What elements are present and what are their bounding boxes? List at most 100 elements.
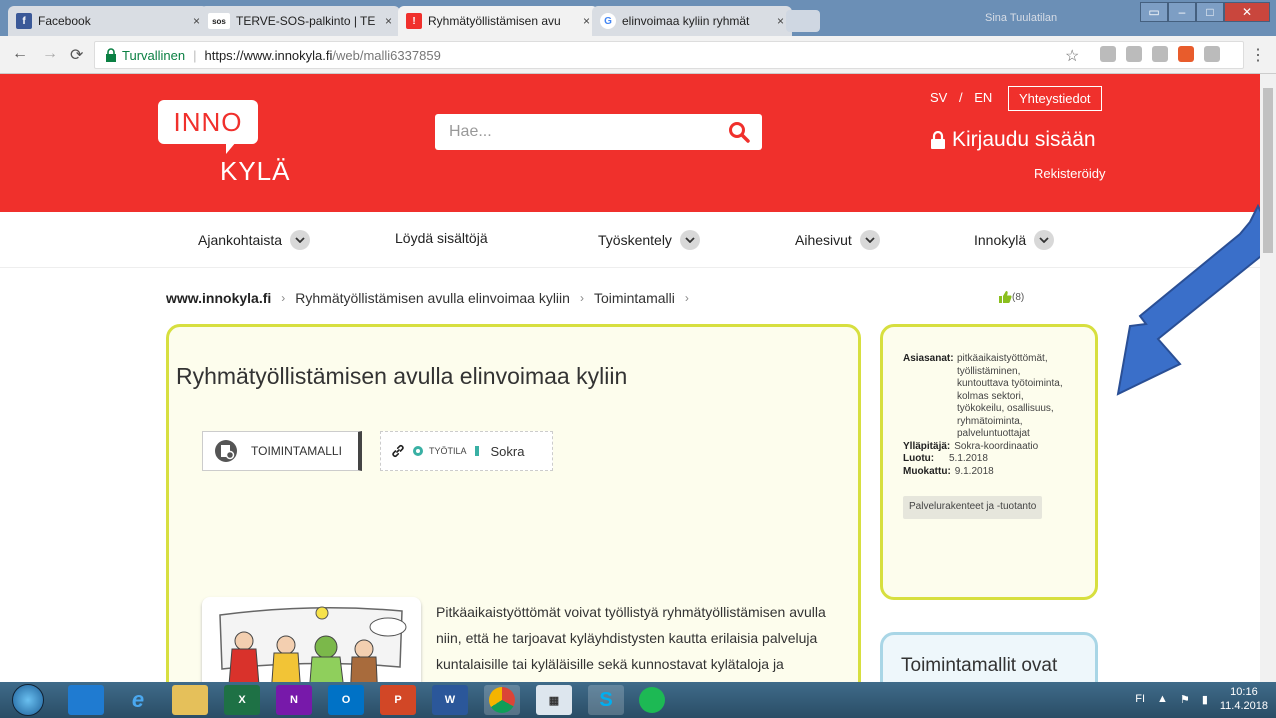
maintainer-row: Ylläpitäjä: Sokra-koordinaatio bbox=[903, 441, 1095, 454]
skype-icon[interactable]: S bbox=[588, 685, 624, 715]
skype-extension-icon[interactable] bbox=[1100, 46, 1116, 62]
tray-expand-icon[interactable]: ▲ bbox=[1157, 693, 1168, 705]
lang-en-link[interactable]: EN bbox=[974, 90, 992, 105]
onenote-icon[interactable]: N bbox=[276, 685, 312, 715]
article-description: Pitkäaikaistyöttömät voivat työllistyä r… bbox=[436, 604, 826, 672]
main-navigation: Ajankohtaista Löydä sisältöjä Työskentel… bbox=[0, 212, 1260, 268]
pdf-extension-icon[interactable] bbox=[1126, 46, 1142, 62]
excel-icon[interactable]: X bbox=[224, 685, 260, 715]
nav-label: Löydä sisältöjä bbox=[395, 230, 488, 246]
modified-row: Muokattu: 9.1.2018 bbox=[903, 466, 1095, 479]
document-type-icon bbox=[215, 440, 237, 462]
clock-time: 10:16 bbox=[1230, 686, 1258, 698]
maximize-button[interactable]: □ bbox=[1196, 2, 1224, 22]
close-tab-icon[interactable]: × bbox=[193, 14, 200, 28]
thumbs-up-icon bbox=[999, 291, 1012, 303]
nav-tyoskentely[interactable]: Työskentely bbox=[598, 230, 700, 250]
maintainer-link[interactable]: Sokra-koordinaatio bbox=[954, 441, 1038, 454]
link-icon[interactable] bbox=[391, 444, 405, 458]
article-illustration bbox=[202, 597, 421, 682]
nav-innokyla[interactable]: Innokylä bbox=[974, 230, 1055, 250]
created-label: Luotu: bbox=[903, 453, 935, 464]
minimize-button[interactable]: – bbox=[1168, 2, 1196, 22]
network-icon[interactable]: ▮ bbox=[1202, 693, 1208, 706]
workspace-chip[interactable]: TYÖTILA Sokra bbox=[380, 431, 553, 471]
input-language[interactable]: FI bbox=[1135, 693, 1145, 705]
nav-aihesivut[interactable]: Aihesivut bbox=[795, 230, 880, 250]
secure-indicator[interactable]: Turvallinen bbox=[105, 48, 185, 63]
close-window-button[interactable]: ✕ bbox=[1224, 2, 1270, 22]
user-switch-icon[interactable]: ▭ bbox=[1140, 2, 1168, 22]
new-tab-button[interactable] bbox=[786, 10, 820, 32]
start-button[interactable] bbox=[12, 684, 44, 716]
search-input[interactable]: Hae... bbox=[435, 114, 762, 150]
close-tab-icon[interactable]: × bbox=[583, 14, 590, 28]
facebook-icon: f bbox=[16, 13, 32, 29]
tab-google[interactable]: G elinvoimaa kyliin ryhmät × bbox=[592, 6, 792, 36]
info-card-title: Toimintamallit ovat bbox=[901, 655, 1058, 676]
nav-ajankohtaista[interactable]: Ajankohtaista bbox=[198, 230, 311, 250]
breadcrumb: www.innokyla.fi › Ryhmätyöllistämisen av… bbox=[166, 290, 699, 306]
workspace-label: TYÖTILA bbox=[429, 446, 467, 456]
chat-extension-icon[interactable] bbox=[1204, 46, 1220, 62]
outlook-icon[interactable]: O bbox=[328, 685, 364, 715]
nav-loyda-sisaltoja[interactable]: Löydä sisältöjä bbox=[395, 230, 488, 246]
forward-icon[interactable]: → bbox=[42, 45, 58, 63]
secure-label: Turvallinen bbox=[122, 47, 186, 63]
clock[interactable]: 10:16 11.4.2018 bbox=[1220, 685, 1268, 713]
nav-label: Ajankohtaista bbox=[198, 232, 283, 248]
internet-explorer-icon[interactable]: e bbox=[120, 685, 156, 715]
tab-innokyla[interactable]: ! Ryhmätyöllistämisen avu × bbox=[398, 6, 598, 36]
window-controls: ▭ – □ ✕ bbox=[1140, 2, 1270, 22]
contact-button[interactable]: Yhteystiedot bbox=[1008, 86, 1102, 111]
register-link[interactable]: Rekisteröidy bbox=[1034, 166, 1106, 181]
close-tab-icon[interactable]: × bbox=[777, 14, 784, 28]
url-path: /web/malli6337859 bbox=[332, 47, 441, 63]
site-logo-text[interactable]: KYLÄ bbox=[220, 156, 291, 187]
like-button[interactable]: (8) bbox=[998, 290, 1024, 304]
search-icon[interactable] bbox=[728, 121, 750, 143]
file-explorer-icon[interactable] bbox=[172, 685, 208, 715]
nav-label: Aihesivut bbox=[795, 232, 852, 248]
topic-tag[interactable]: Palvelurakenteet ja -tuotanto bbox=[903, 496, 1043, 519]
keywords-label: Asiasanat: bbox=[903, 353, 954, 364]
word-icon[interactable]: W bbox=[432, 685, 468, 715]
tab-title: Facebook bbox=[38, 14, 91, 28]
breadcrumb-item[interactable]: Ryhmätyöllistämisen avulla elinvoimaa ky… bbox=[295, 290, 570, 306]
system-tray: FI ▲ ⚑ ▮ 10:16 11.4.2018 bbox=[1135, 685, 1268, 713]
back-icon[interactable]: ← bbox=[12, 45, 28, 63]
window-user-name: Sina Tuulatilan bbox=[985, 12, 1058, 24]
type-chip[interactable]: TOIMINTAMALLI bbox=[202, 431, 362, 471]
separator: | bbox=[193, 47, 197, 63]
site-logo[interactable]: INNO bbox=[158, 100, 258, 144]
page-scrollbar[interactable] bbox=[1260, 74, 1276, 682]
lang-sv-link[interactable]: SV bbox=[930, 90, 947, 105]
close-tab-icon[interactable]: × bbox=[385, 14, 392, 28]
tab-facebook[interactable]: f Facebook × bbox=[8, 6, 208, 36]
login-link[interactable]: Kirjaudu sisään bbox=[930, 128, 1096, 152]
workspace-name[interactable]: Sokra bbox=[491, 444, 525, 459]
type-label: TOIMINTAMALLI bbox=[251, 444, 342, 458]
reload-icon[interactable]: ⟳ bbox=[70, 45, 83, 65]
chevron-down-icon[interactable] bbox=[1034, 230, 1055, 250]
flag-icon[interactable]: ⚑ bbox=[1180, 693, 1190, 706]
chevron-down-icon[interactable] bbox=[679, 230, 700, 250]
browser-tab-strip: f Facebook × sos TERVE-SOS-palkinto | TE… bbox=[0, 0, 1276, 36]
browser-toolbar: ← → ⟳ Turvallinen | https://www.innokyla… bbox=[0, 36, 1276, 74]
chevron-down-icon[interactable] bbox=[859, 230, 880, 250]
chrome-icon[interactable] bbox=[484, 685, 520, 715]
screenshot-extension-icon[interactable] bbox=[1152, 46, 1168, 62]
chevron-down-icon[interactable] bbox=[290, 230, 311, 250]
breadcrumb-root[interactable]: www.innokyla.fi bbox=[166, 290, 271, 306]
bookmark-star-icon[interactable]: ☆ bbox=[1065, 46, 1079, 66]
media-player-icon[interactable] bbox=[68, 685, 104, 715]
tab-terve-sos[interactable]: sos TERVE-SOS-palkinto | TE × bbox=[200, 6, 400, 36]
calculator-icon[interactable]: ▦ bbox=[536, 685, 572, 715]
browser-menu-icon[interactable]: ⋮ bbox=[1250, 45, 1266, 65]
spotify-icon[interactable] bbox=[634, 685, 670, 715]
office-extension-icon[interactable] bbox=[1178, 46, 1194, 62]
breadcrumb-arrow: › bbox=[281, 291, 286, 305]
breadcrumb-item[interactable]: Toimintamalli bbox=[594, 290, 675, 306]
scrollbar-thumb[interactable] bbox=[1263, 88, 1273, 253]
powerpoint-icon[interactable]: P bbox=[380, 685, 416, 715]
